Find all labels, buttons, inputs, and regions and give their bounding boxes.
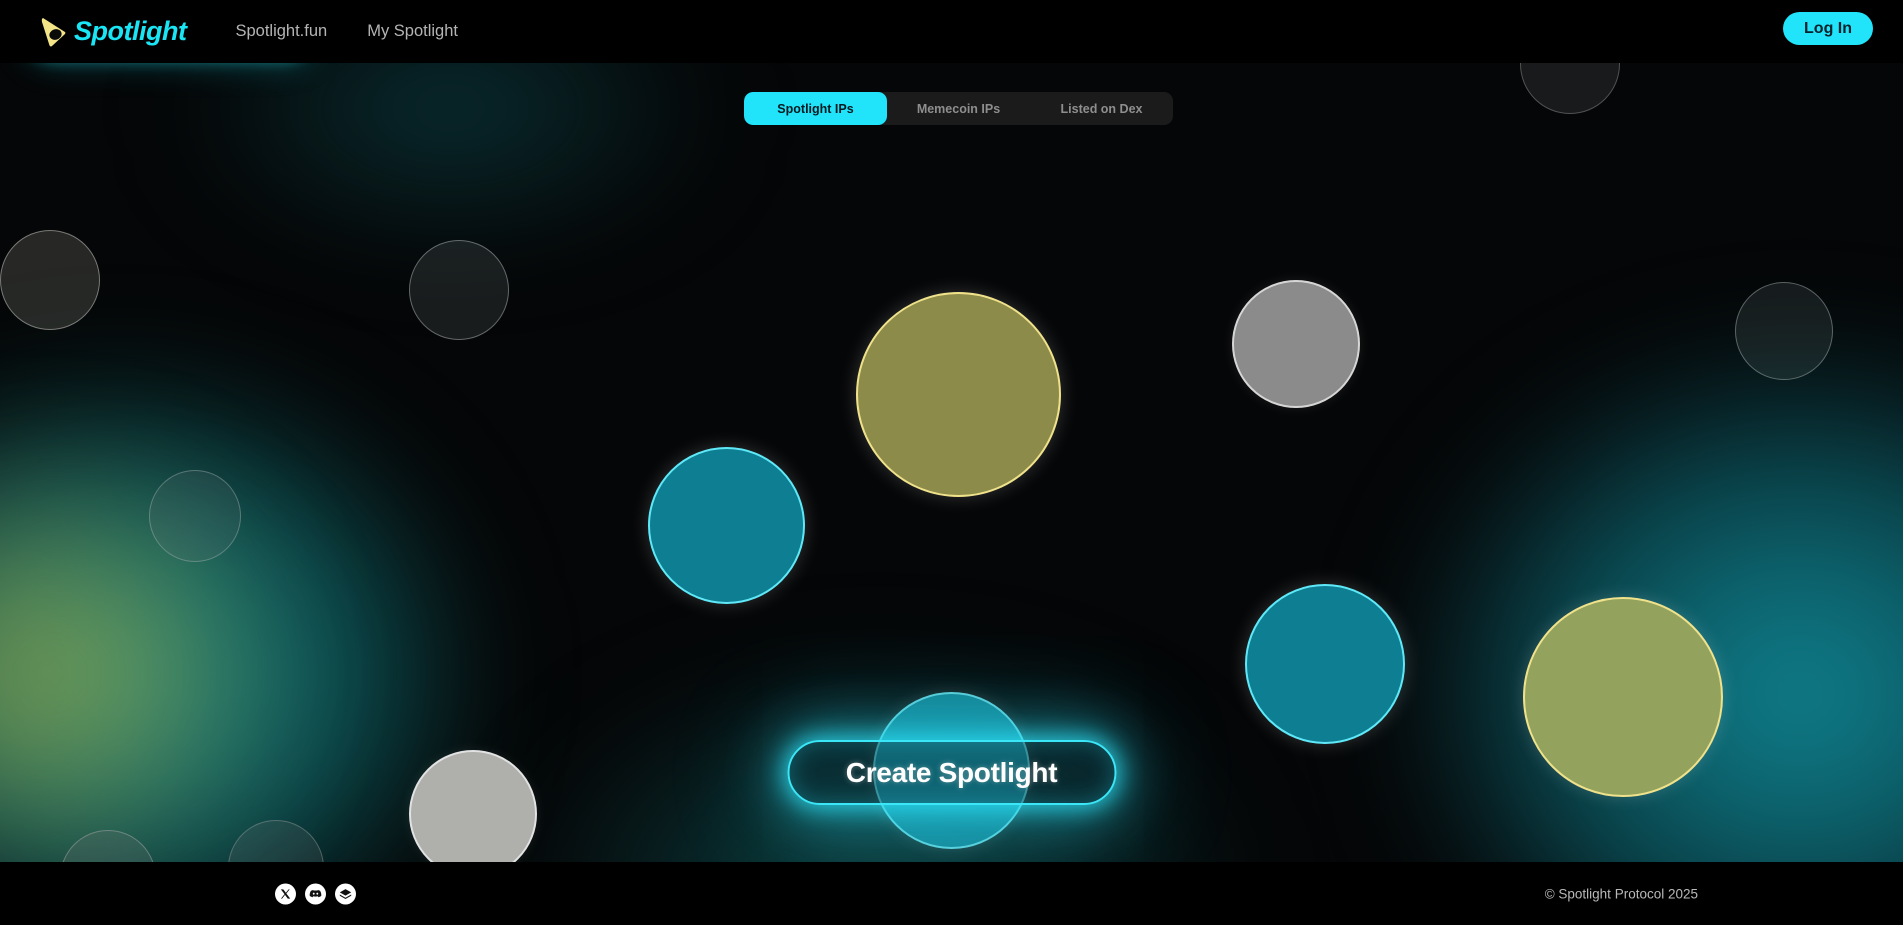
background-glow-olive-left — [0, 393, 360, 862]
login-button[interactable]: Log In — [1783, 12, 1873, 45]
app-header: Spotlight Spotlight.fun My Spotlight Log… — [0, 0, 1903, 63]
nav-link-spotlight-fun[interactable]: Spotlight.fun — [235, 22, 327, 41]
create-spotlight-button[interactable]: Create Spotlight — [787, 740, 1116, 805]
bubble-7[interactable] — [0, 230, 100, 330]
tab-listed-on-dex[interactable]: Listed on Dex — [1030, 92, 1173, 125]
tab-memecoin-ips[interactable]: Memecoin IPs — [887, 92, 1030, 125]
bubble-2[interactable] — [1232, 280, 1360, 408]
copyright-text: © Spotlight Protocol 2025 — [1544, 886, 1698, 901]
social-links — [275, 883, 356, 904]
bubble-9[interactable] — [149, 470, 241, 562]
bubble-0[interactable] — [856, 292, 1061, 497]
bubble-8[interactable] — [409, 240, 509, 340]
spotlight-teardrop-icon — [41, 18, 66, 47]
logo-text: Spotlight — [74, 16, 187, 46]
bubble-3[interactable] — [1245, 584, 1405, 744]
bubble-12[interactable] — [60, 830, 156, 862]
logo[interactable]: Spotlight — [38, 15, 187, 48]
main-nav: Spotlight.fun My Spotlight — [235, 22, 458, 41]
app-footer: © Spotlight Protocol 2025 — [0, 862, 1903, 925]
bubble-5[interactable] — [409, 750, 537, 862]
bubble-13[interactable] — [228, 820, 324, 862]
app-root: Spotlight Spotlight.fun My Spotlight Log… — [0, 0, 1903, 925]
x-twitter-icon[interactable] — [275, 883, 296, 904]
create-spotlight-container: Create Spotlight — [787, 740, 1116, 805]
bubble-11[interactable] — [1735, 282, 1833, 380]
bubble-1[interactable] — [648, 447, 805, 604]
filter-tabs: Spotlight IPs Memecoin IPs Listed on Dex — [744, 92, 1173, 125]
bubble-4[interactable] — [1523, 597, 1723, 797]
nav-link-my-spotlight[interactable]: My Spotlight — [367, 22, 458, 41]
tab-spotlight-ips[interactable]: Spotlight IPs — [744, 92, 887, 125]
discord-icon[interactable] — [305, 883, 326, 904]
bubble-10[interactable] — [1520, 63, 1620, 114]
gitbook-stack-icon[interactable] — [335, 883, 356, 904]
